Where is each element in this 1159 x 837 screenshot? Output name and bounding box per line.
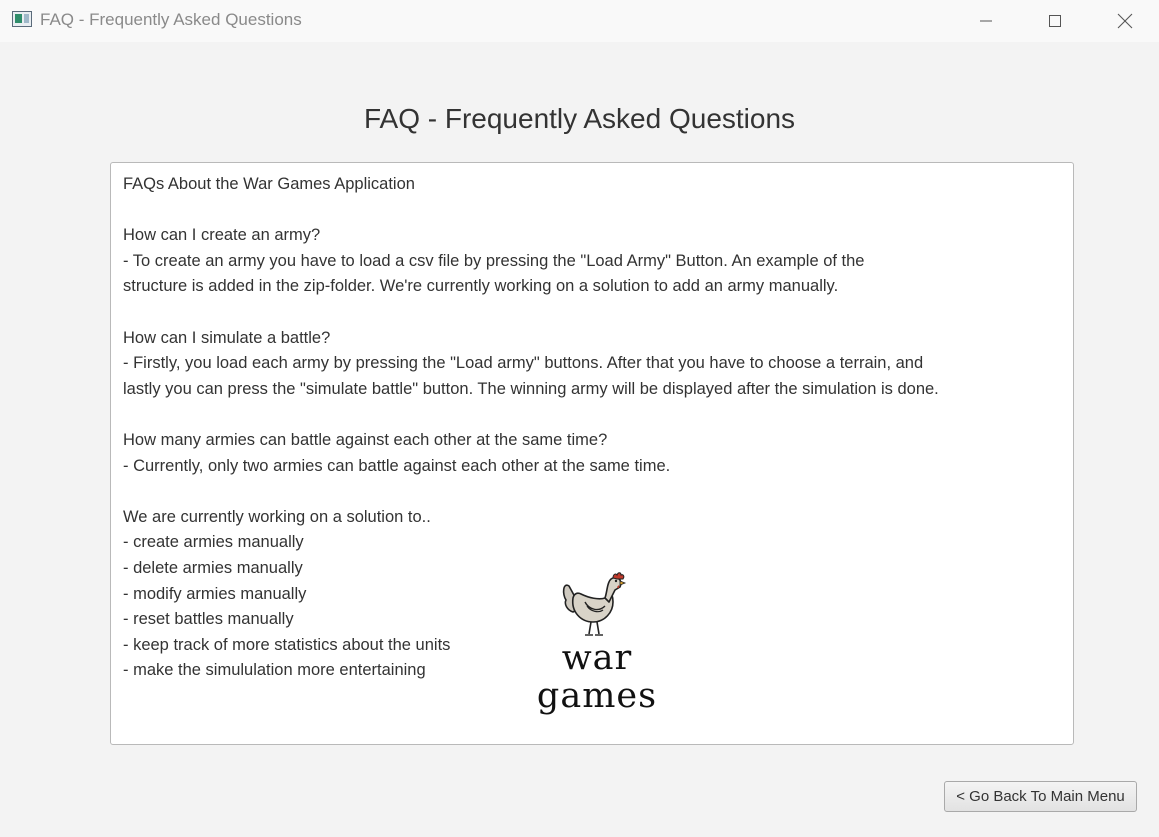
logo-word-war: war [561, 638, 633, 678]
page-title: FAQ - Frequently Asked Questions [363, 103, 796, 134]
faq-text-area[interactable]: FAQs About the War Games Application How… [110, 162, 1074, 745]
app-window-icon [12, 11, 32, 27]
minimize-icon [980, 20, 992, 22]
maximize-icon [1049, 15, 1061, 27]
title-bar: FAQ - Frequently Asked Questions [0, 0, 1159, 42]
maximize-button[interactable] [1020, 0, 1090, 42]
chicken-icon [562, 572, 627, 636]
close-icon [1117, 13, 1133, 29]
back-to-main-menu-button[interactable]: < Go Back To Main Menu [944, 781, 1137, 812]
close-button[interactable] [1090, 0, 1159, 42]
war-games-logo: war games [529, 568, 665, 728]
window-title: FAQ - Frequently Asked Questions [40, 10, 302, 29]
logo-word-games: games [536, 676, 658, 716]
minimize-button[interactable] [951, 0, 1021, 42]
